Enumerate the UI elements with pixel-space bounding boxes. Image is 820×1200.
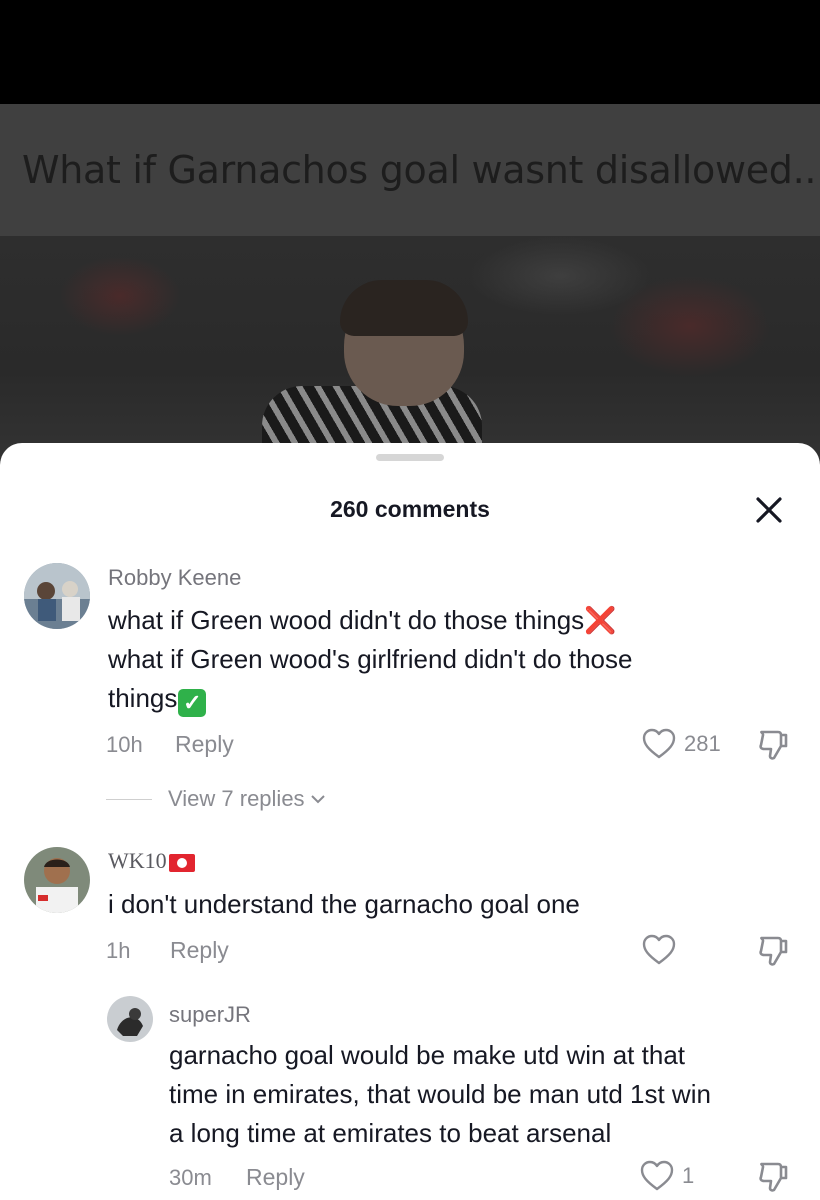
comment-line-text: what if Green wood didn't do those thing… [108, 605, 585, 635]
reply-button[interactable]: Reply [246, 1164, 305, 1191]
comment-timestamp: 10h [106, 732, 143, 757]
comments-sheet: 260 comments Robby Keene what if Green w… [0, 443, 820, 1200]
heart-icon [642, 934, 676, 965]
username-text: WK10 [108, 848, 167, 873]
avatar-photo [24, 563, 90, 629]
video-thumbnail-photo [0, 236, 820, 460]
comment-text: i don't understand the garnacho goal one [108, 889, 580, 919]
check-mark-emoji: ✓ [178, 689, 207, 717]
reply-button[interactable]: Reply [170, 937, 229, 964]
chevron-down-icon [310, 795, 325, 804]
comment-username[interactable]: WK10 [108, 848, 195, 874]
like-button[interactable] [642, 934, 676, 966]
comment-text: garnacho goal would be make utd win at t… [169, 1036, 809, 1153]
view-replies-button[interactable]: View 7 replies [106, 786, 327, 812]
dislike-button[interactable] [756, 1160, 790, 1194]
close-button[interactable] [748, 489, 790, 531]
comment-timestamp: 30m [169, 1165, 212, 1190]
comments-count-title: 260 comments [330, 496, 490, 522]
comment-username[interactable]: superJR [169, 1002, 251, 1028]
like-button[interactable]: 1 [640, 1160, 694, 1192]
thumbs-down-icon [759, 1162, 788, 1192]
comment-line: a long time at emirates to beat arsenal [169, 1118, 612, 1148]
video-frame: What if Garnachos goal wasnt disallowed.… [0, 104, 820, 460]
player-hair [340, 280, 468, 336]
avatar[interactable] [24, 563, 90, 629]
thumbs-down-icon [759, 730, 788, 760]
view-replies-label: View 7 replies [168, 786, 305, 811]
avatar[interactable] [24, 847, 90, 913]
like-count: 281 [684, 731, 721, 756]
thumbs-down-icon [759, 936, 788, 966]
close-icon [756, 497, 782, 523]
like-count: 1 [682, 1163, 695, 1188]
cross-mark-emoji: ❌ [584, 605, 617, 635]
replies-divider [106, 798, 152, 800]
tunisia-flag-icon [168, 853, 195, 872]
video-player[interactable]: What if Garnachos goal wasnt disallowed.… [0, 0, 820, 460]
dislike-button[interactable] [756, 934, 790, 968]
comment-username[interactable]: Robby Keene [108, 565, 241, 591]
comment-timestamp: 1h [106, 938, 131, 963]
comment-line: garnacho goal would be make utd win at t… [169, 1040, 686, 1070]
drag-handle[interactable] [376, 454, 444, 461]
caption-band: What if Garnachos goal wasnt disallowed.… [0, 104, 820, 236]
comment-text: what if Green wood didn't do those thing… [108, 601, 798, 718]
comment-line: what if Green wood didn't do those thing… [108, 601, 798, 640]
like-button[interactable]: 281 [642, 728, 721, 760]
comment-line: time in emirates, that would be man utd … [169, 1079, 711, 1109]
comment-line: things ✓ [108, 679, 798, 718]
comment-line-text: things [108, 683, 178, 713]
video-caption: What if Garnachos goal wasnt disallowed.… [22, 148, 820, 192]
avatar-photo [24, 847, 90, 913]
heart-icon [640, 1160, 674, 1191]
reply-button[interactable]: Reply [175, 731, 234, 758]
dislike-button[interactable] [756, 728, 790, 762]
avatar-photo [107, 996, 153, 1042]
avatar[interactable] [107, 996, 153, 1042]
comment-line: what if Green wood's girlfriend didn't d… [108, 644, 633, 674]
heart-icon [642, 728, 676, 759]
